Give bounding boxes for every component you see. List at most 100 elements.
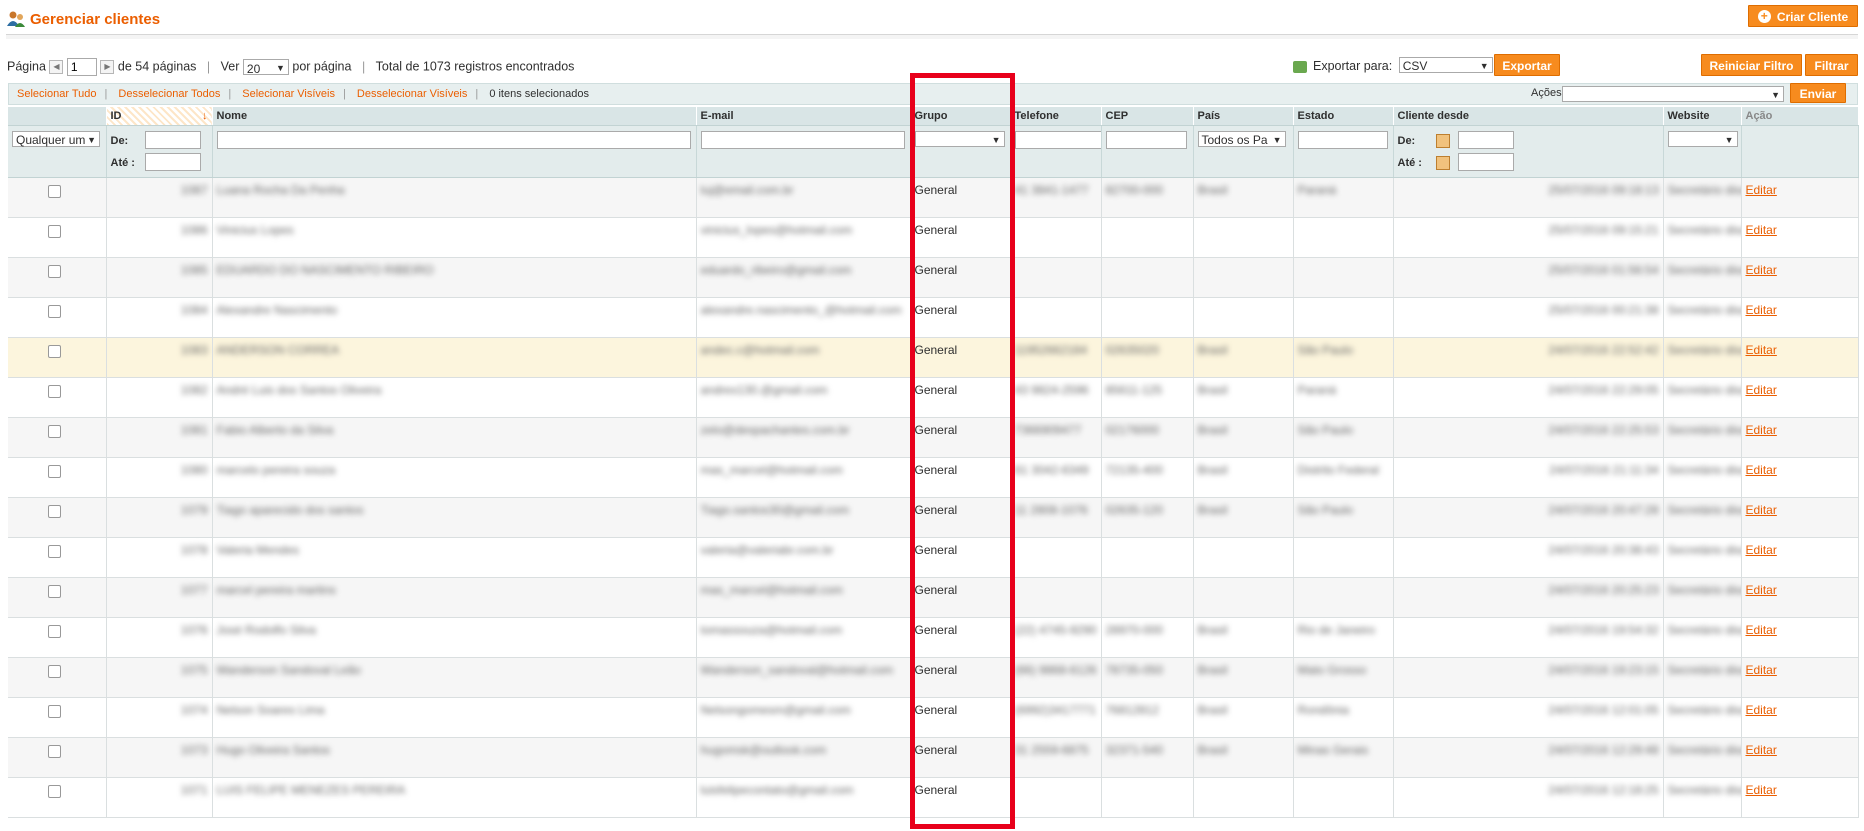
row-checkbox[interactable] — [48, 505, 61, 518]
table-row[interactable]: 1074 Nelson Soares Lima Nelsongomesm@gmail… — [8, 697, 1859, 738]
customers-grid: ID ↓ Nome E-mail Grupo Telefone CEP País … — [8, 107, 1859, 818]
column-header-state[interactable]: Estado — [1293, 107, 1394, 126]
email-filter-input[interactable] — [700, 131, 905, 149]
table-row[interactable]: 1081 Fabio Alberto da Silva zelo@despachan… — [8, 417, 1859, 458]
cell-action[interactable]: Editar — [1746, 623, 1777, 637]
row-checkbox[interactable] — [48, 625, 61, 638]
column-header-country[interactable]: País — [1193, 107, 1294, 126]
row-checkbox[interactable] — [48, 745, 61, 758]
table-row[interactable]: 1080 marcelo pereira souza mas_marcel@hotm… — [8, 457, 1859, 498]
table-row[interactable]: 1085 EDUARDO DO NASCIMENTO RIBEIRO eduardo… — [8, 257, 1859, 298]
cell-action[interactable]: Editar — [1746, 743, 1777, 757]
calendar-icon[interactable] — [1435, 155, 1450, 170]
cell-action[interactable]: Editar — [1746, 783, 1777, 797]
cell-email: andec.c@hotmail.com — [700, 343, 820, 357]
column-header-id[interactable]: ID ↓ — [106, 107, 213, 126]
row-checkbox[interactable] — [48, 185, 61, 198]
table-row[interactable]: 1078 Valeria Mendes valeria@valeriabr.com.… — [8, 537, 1859, 578]
cell-website: Secretário disaro — [1667, 383, 1741, 397]
cell-country: Brasil — [1197, 463, 1228, 477]
cell-action[interactable]: Editar — [1746, 583, 1777, 597]
row-checkbox[interactable] — [48, 345, 61, 358]
since-from-input[interactable] — [1457, 131, 1514, 149]
column-header-since[interactable]: Cliente desde — [1393, 107, 1664, 126]
next-page-icon[interactable]: ▶ — [100, 59, 115, 74]
calendar-icon[interactable] — [1435, 133, 1450, 148]
id-from-input[interactable] — [144, 131, 201, 149]
since-to-input[interactable] — [1457, 153, 1514, 171]
export-button[interactable]: Exportar — [1494, 54, 1560, 76]
table-row[interactable]: 1086 Vinicius Lopes vinicius_lopes@hotmail… — [8, 217, 1859, 258]
cell-action[interactable]: Editar — [1746, 543, 1777, 557]
page-input[interactable] — [66, 57, 97, 76]
export-format-select[interactable]: CSV ▼ — [1398, 57, 1493, 73]
group-filter-select[interactable]: ▼ — [914, 131, 1005, 147]
column-header-name[interactable]: Nome — [212, 107, 697, 126]
row-checkbox[interactable] — [48, 785, 61, 798]
cep-filter-input[interactable] — [1105, 131, 1187, 149]
cell-action[interactable]: Editar — [1746, 223, 1777, 237]
row-checkbox[interactable] — [48, 265, 61, 278]
cell-action[interactable]: Editar — [1746, 383, 1777, 397]
website-filter-select[interactable]: ▼ — [1667, 131, 1738, 147]
state-filter-input[interactable] — [1297, 131, 1388, 149]
row-checkbox[interactable] — [48, 705, 61, 718]
cell-cep: 76812812 — [1105, 703, 1159, 717]
filter-button[interactable]: Filtrar — [1805, 54, 1858, 76]
create-customer-button[interactable]: + Criar Cliente — [1748, 5, 1858, 27]
select-visible-link[interactable]: Selecionar Visíveis — [242, 88, 335, 100]
per-page-select[interactable]: 20 ▼ — [242, 58, 289, 76]
table-row[interactable]: 1075 Wanderson Sandoval Leão Wanderson_san… — [8, 657, 1859, 698]
row-checkbox[interactable] — [48, 305, 61, 318]
column-header-phone[interactable]: Telefone — [1010, 107, 1102, 126]
table-row[interactable]: 1083 ANDERSON CORREA andec.c@hotmail.com Ge… — [8, 337, 1859, 378]
actions-label: Ações — [1531, 87, 1562, 99]
row-checkbox[interactable] — [48, 385, 61, 398]
table-row[interactable]: 1087 Luana Rocha Da Penha luj@email.com.br… — [8, 177, 1859, 218]
column-header-cep[interactable]: CEP — [1101, 107, 1194, 126]
cell-action[interactable]: Editar — [1746, 423, 1777, 437]
cell-action[interactable]: Editar — [1746, 183, 1777, 197]
row-checkbox[interactable] — [48, 225, 61, 238]
cell-action[interactable]: Editar — [1746, 263, 1777, 277]
table-row[interactable]: 1077 marcel pereira martins mas_marcel@hot… — [8, 577, 1859, 618]
table-row[interactable]: 1073 Hugo Oliveira Santos hugomsk@outlook.… — [8, 737, 1859, 778]
cell-action[interactable]: Editar — [1746, 663, 1777, 677]
phone-filter-input[interactable] — [1014, 131, 1100, 149]
table-row[interactable]: 1082 André Luis dos Santos Oliveira andrex… — [8, 377, 1859, 418]
unselect-all-link[interactable]: Desselecionar Todos — [118, 88, 220, 100]
cell-action[interactable]: Editar — [1746, 463, 1777, 477]
row-checkbox[interactable] — [48, 665, 61, 678]
name-filter-input[interactable] — [216, 131, 691, 149]
select-all-link[interactable]: Selecionar Tudo — [17, 88, 97, 100]
country-filter-select[interactable]: Todos os Pa ▼ — [1197, 131, 1286, 147]
massaction-filter-select[interactable]: Qualquer um ▼ — [12, 131, 100, 147]
column-header-group[interactable]: Grupo — [910, 107, 1011, 126]
actions-select[interactable]: ▼ — [1562, 86, 1784, 102]
cell-name: ANDERSON CORREA — [216, 343, 340, 357]
cell-action[interactable]: Editar — [1746, 703, 1777, 717]
cell-action[interactable]: Editar — [1746, 303, 1777, 317]
row-checkbox[interactable] — [48, 585, 61, 598]
table-row[interactable]: 1084 Alexandre Nascimento alexandre.nascim… — [8, 297, 1859, 338]
reset-filter-button[interactable]: Reiniciar Filtro — [1701, 54, 1802, 76]
cell-name: marcelo pereira souza — [216, 463, 336, 477]
table-row[interactable]: 1079 Tiago aparecido dos santos Tiago.sant… — [8, 497, 1859, 538]
row-checkbox[interactable] — [48, 465, 61, 478]
cell-id: 1076 — [180, 623, 208, 637]
cell-group: General — [914, 743, 958, 757]
id-to-input[interactable] — [144, 153, 201, 171]
row-checkbox[interactable] — [48, 545, 61, 558]
table-row[interactable]: 1071 LUIS FELIPE MENEZES PEREIRA luisfelip… — [8, 777, 1859, 818]
table-row[interactable]: 1076 José Rodolfo Silva tomassouza@hotmail… — [8, 617, 1859, 658]
cell-since: 24/07/2016 20:47:28 — [1548, 503, 1659, 517]
prev-page-icon[interactable]: ◀ — [49, 59, 64, 74]
column-header-website[interactable]: Website — [1663, 107, 1742, 126]
row-checkbox[interactable] — [48, 425, 61, 438]
unselect-visible-link[interactable]: Desselecionar Visíveis — [357, 88, 467, 100]
column-header-email[interactable]: E-mail — [696, 107, 911, 126]
cell-action[interactable]: Editar — [1746, 503, 1777, 517]
cell-country: Brasil — [1197, 703, 1228, 717]
submit-button[interactable]: Enviar — [1790, 83, 1846, 103]
cell-action[interactable]: Editar — [1746, 343, 1777, 357]
